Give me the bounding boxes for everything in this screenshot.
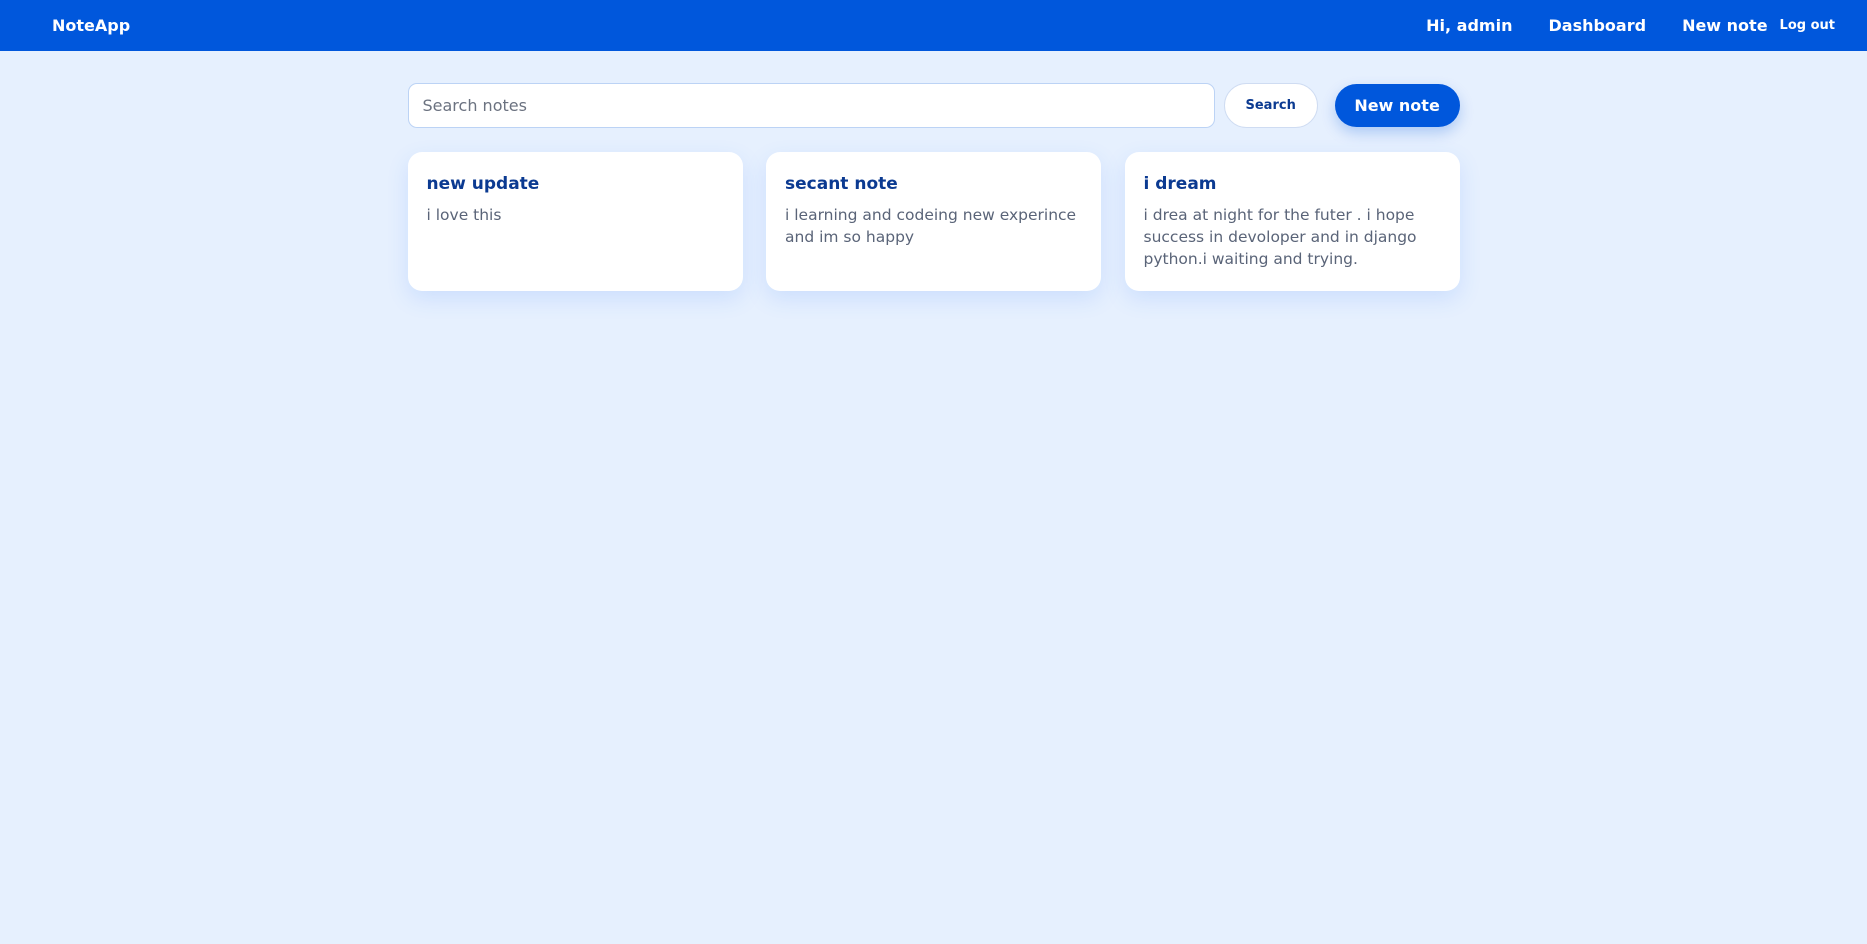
note-body: i love this (426, 206, 502, 224)
notes-grid: new update i love this secant note i lea… (407, 152, 1460, 291)
search-button[interactable]: Search (1223, 83, 1318, 128)
new-note-button[interactable]: New note (1334, 84, 1460, 127)
nav-new-note-link[interactable]: New note (1682, 16, 1767, 35)
top-navbar: NoteApp Hi, admin Dashboard New note Log… (0, 0, 1867, 51)
note-title: secant note (785, 174, 898, 194)
dashboard-link[interactable]: Dashboard (1548, 16, 1646, 35)
note-body: i drea at night for the futer . i hope s… (1143, 206, 1417, 268)
user-greeting-link[interactable]: Hi, admin (1426, 16, 1512, 35)
nav-links: Hi, admin Dashboard New note Log out (1390, 16, 1835, 35)
note-card[interactable]: new update i love this (407, 152, 743, 291)
main-content: Search New note new update i love this s… (407, 83, 1460, 291)
search-input[interactable] (407, 83, 1215, 128)
brand-logo-link[interactable]: NoteApp (52, 16, 130, 35)
logout-link[interactable]: Log out (1780, 18, 1835, 33)
note-card[interactable]: secant note i learning and codeing new e… (766, 152, 1101, 291)
note-body: i learning and codeing new experince and… (785, 206, 1077, 246)
search-row: Search New note (407, 83, 1460, 128)
note-title: new update (426, 174, 540, 194)
note-card[interactable]: i dream i drea at night for the futer . … (1124, 152, 1460, 291)
note-title: i dream (1143, 174, 1217, 194)
